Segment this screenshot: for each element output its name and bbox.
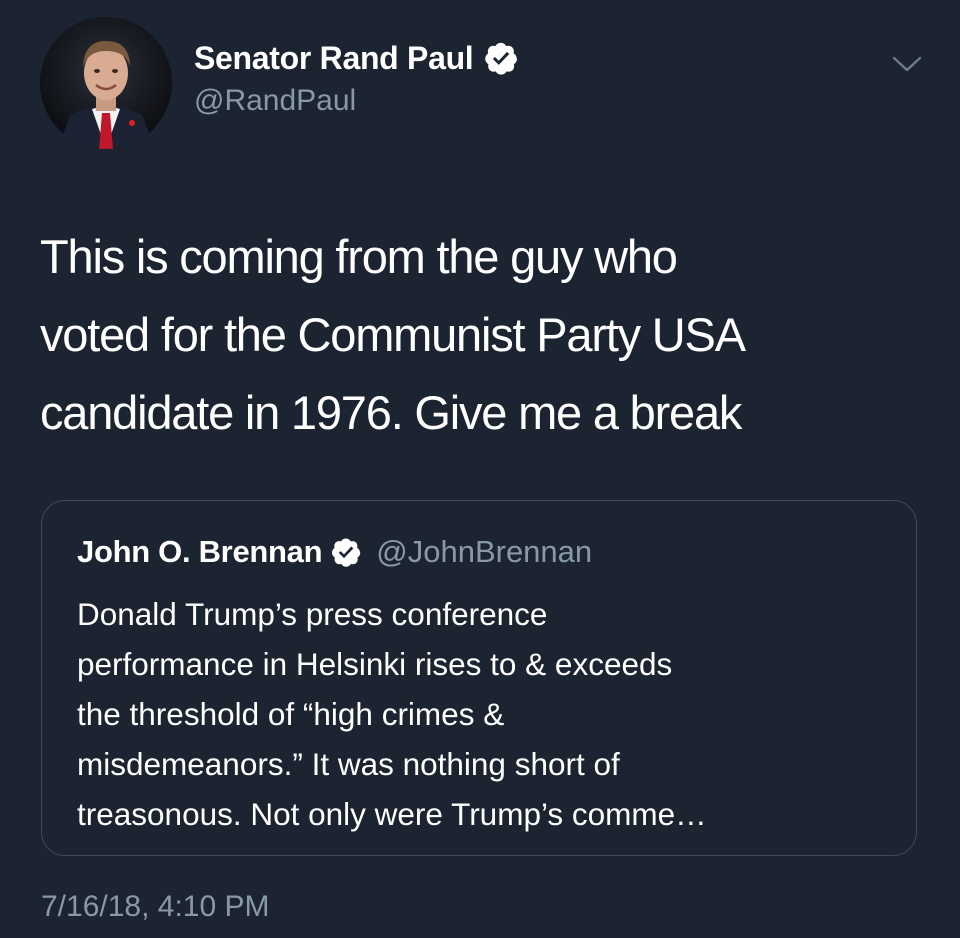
tweet-timestamp[interactable]: 7/16/18, 4:10 PM [41,890,270,924]
quoted-text-line: misdemeanors.” It was nothing short of [77,746,620,782]
author-name-row[interactable]: Senator Rand Paul [194,38,519,78]
verified-badge-icon [483,40,519,76]
author-name[interactable]: Senator Rand Paul [194,40,474,77]
quoted-text-line: treasonous. Not only were Trump’s comme… [77,796,707,832]
quoted-author-handle: @JohnBrennan [376,534,593,569]
avatar-image [40,17,172,149]
tweet-text-line: candidate in 1976. Give me a break [40,386,742,439]
quoted-tweet-card[interactable]: John O. Brennan @JohnBrennan Donald Trum… [41,500,917,856]
quoted-text-line: Donald Trump’s press conference [77,596,548,632]
quoted-text-line: performance in Helsinki rises to & excee… [77,646,673,682]
quoted-tweet-header: John O. Brennan @JohnBrennan [77,532,592,572]
quoted-tweet-text: Donald Trump’s press conference performa… [77,589,907,839]
tweet-text-line: This is coming from the guy who [40,230,678,283]
quoted-text-line: the threshold of “high crimes & [77,696,505,732]
quoted-author-name: John O. Brennan [77,534,323,569]
author-handle[interactable]: @RandPaul [194,84,356,118]
tweet-text: This is coming from the guy who voted fo… [40,218,920,452]
tweet-text-line: voted for the Communist Party USA [40,308,746,361]
author-avatar[interactable] [40,17,172,149]
chevron-down-icon[interactable] [890,50,924,76]
tweet: Senator Rand Paul @RandPaul This is comi… [0,0,960,938]
verified-badge-icon [330,536,362,568]
